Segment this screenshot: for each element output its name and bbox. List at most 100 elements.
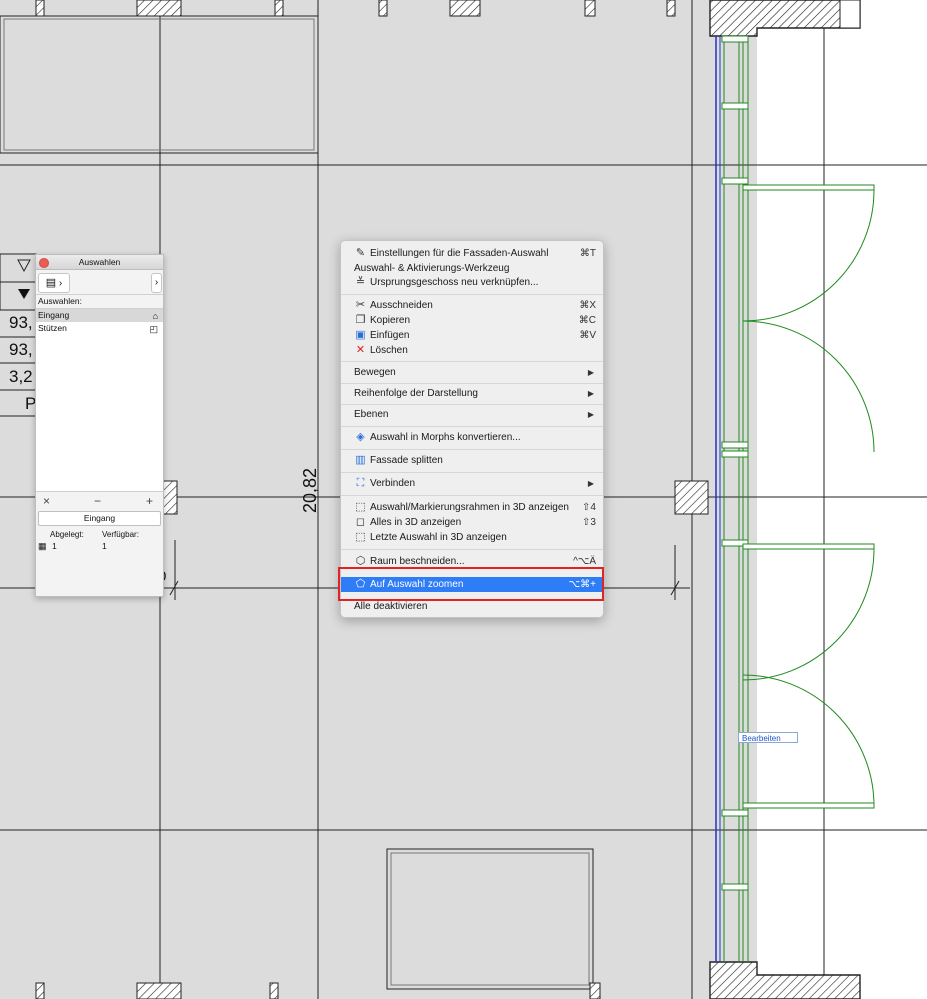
database-icon: ▤ xyxy=(45,277,57,289)
menu-item-shortcut: ⇧3 xyxy=(582,517,596,528)
edit-tag[interactable]: Bearbeiten xyxy=(738,732,798,743)
highlight-callout xyxy=(338,567,604,601)
copy-icon: ❐ xyxy=(355,314,366,326)
morph-icon: ◈ xyxy=(356,431,365,443)
delete-icon: ✕ xyxy=(355,344,366,356)
menu-item-show-3d-selection[interactable]: ⬚ Auswahl/Markierungsrahmen in 3D anzeig… xyxy=(341,500,603,515)
palette-buttons: × − + xyxy=(36,492,163,511)
menu-item-shortcut: ⌘X xyxy=(579,300,596,311)
close-icon[interactable] xyxy=(39,258,49,268)
next-button[interactable]: › xyxy=(151,273,162,293)
menu-item-selection-tool[interactable]: Auswahl- & Aktivierungs-Werkzeug xyxy=(341,261,603,276)
list-item-label: Eingang xyxy=(38,310,70,320)
col-stored: Abgelegt: xyxy=(50,530,84,539)
menu-item-fassade-settings[interactable]: ✎ Einstellungen für die Fassaden-Auswahl… xyxy=(341,246,603,261)
menu-item-label: Auswahl/Markierungsrahmen in 3D anzeigen xyxy=(370,502,569,513)
menu-item-show-3d-last[interactable]: ⬚ Letzte Auswahl in 3D anzeigen xyxy=(341,530,603,545)
selection-list: Eingang ⌂ Stützen ◰ xyxy=(36,308,163,492)
menu-item-label: Auswahl in Morphs konvertieren... xyxy=(370,432,521,443)
column-headers: Abgelegt: Verfügbar: xyxy=(36,530,163,541)
selections-palette: Auswahlen ▤ › › Auswahlen: Eingang ⌂ Stü… xyxy=(35,254,164,597)
3d-last-icon: ⬚ xyxy=(355,531,366,543)
submenu-arrow-icon: ▶ xyxy=(587,368,594,377)
menu-separator xyxy=(341,404,603,405)
menu-item-deactivate-all[interactable]: Alle deaktivieren xyxy=(341,599,603,614)
palette-titlebar[interactable]: Auswahlen xyxy=(36,255,163,270)
menu-item-label: Alle deaktivieren xyxy=(354,601,428,612)
menu-item-label: Kopieren xyxy=(370,315,411,326)
menu-item-paste[interactable]: ▣ Einfügen ⌘V xyxy=(341,328,603,343)
add-button[interactable]: + xyxy=(146,494,153,508)
split-icon: ▥ xyxy=(355,454,366,466)
menu-item-layers[interactable]: Ebenen ▶ xyxy=(341,407,603,422)
minus-button[interactable]: − xyxy=(94,494,101,508)
menu-item-label: Ursprungsgeschoss neu verknüpfen... xyxy=(370,277,539,288)
store-selection-button[interactable]: ▤ › xyxy=(38,273,70,293)
menu-separator xyxy=(341,294,603,295)
menu-item-label: Reihenfolge der Darstellung xyxy=(354,388,478,399)
col-available: Verfügbar: xyxy=(102,530,139,539)
list-item-label: Stützen xyxy=(38,323,67,333)
left-value-3: 3,2 xyxy=(9,367,33,386)
menu-item-label: Ausschneiden xyxy=(370,300,433,311)
menu-item-label: Verbinden xyxy=(370,478,416,489)
submenu-arrow-icon: ▶ xyxy=(587,389,594,398)
menu-item-label: Auswahl- & Aktivierungs-Werkzeug xyxy=(354,263,510,274)
palette-toolbar: ▤ › › xyxy=(36,270,163,295)
menu-item-label: Löschen xyxy=(370,345,408,356)
menu-item-shortcut: ⌘T xyxy=(579,248,596,259)
menu-item-connect[interactable]: ⛶ Verbinden ▶ xyxy=(341,476,603,491)
menu-item-label: Letzte Auswahl in 3D anzeigen xyxy=(370,532,507,543)
menu-item-cut[interactable]: ✂ Ausschneiden ⌘X xyxy=(341,298,603,313)
menu-item-show-3d-all[interactable]: ◻ Alles in 3D anzeigen ⇧3 xyxy=(341,515,603,530)
palette-title: Auswahlen xyxy=(78,257,121,267)
list-item[interactable]: Eingang ⌂ xyxy=(36,309,163,322)
3d-selection-icon: ⬚ xyxy=(355,501,366,513)
menu-separator xyxy=(341,426,603,427)
menu-item-display-order[interactable]: Reihenfolge der Darstellung ▶ xyxy=(341,386,603,401)
menu-item-label: Alles in 3D anzeigen xyxy=(370,517,462,528)
menu-item-delete[interactable]: ✕ Löschen xyxy=(341,343,603,358)
menu-item-label: Fassade splitten xyxy=(370,455,443,466)
nav-arrow: › xyxy=(58,278,63,289)
menu-item-label: Bewegen xyxy=(354,367,396,378)
submenu-arrow-icon: ▶ xyxy=(587,410,594,419)
menu-item-convert-morph[interactable]: ◈ Auswahl in Morphs konvertieren... xyxy=(341,430,603,445)
menu-item-label: Einstellungen für die Fassaden-Auswahl xyxy=(370,248,549,259)
list-header: Auswahlen: xyxy=(38,296,82,306)
selection-name-button[interactable]: Eingang xyxy=(38,511,161,526)
left-value-1: 93, xyxy=(9,313,33,332)
stored-value: 1 xyxy=(52,541,57,551)
menu-item-label: Ebenen xyxy=(354,409,389,420)
menu-item-shortcut: ⇧4 xyxy=(582,502,596,513)
menu-item-relink-story[interactable]: ≚ Ursprungsgeschoss neu verknüpfen... xyxy=(341,275,603,290)
menu-separator xyxy=(341,383,603,384)
plan-icon: ◰ xyxy=(149,324,158,334)
submenu-arrow-icon: ▶ xyxy=(587,479,594,488)
available-value: 1 xyxy=(102,541,107,551)
list-item[interactable]: Stützen ◰ xyxy=(36,322,163,335)
menu-separator xyxy=(341,495,603,496)
3d-all-icon: ◻ xyxy=(355,516,366,528)
dimension-label: 20,82 xyxy=(300,467,320,513)
menu-item-copy[interactable]: ❐ Kopieren ⌘C xyxy=(341,313,603,328)
scissors-icon: ✂ xyxy=(355,299,366,311)
menu-item-shortcut: ⌘V xyxy=(579,330,596,341)
menu-separator xyxy=(341,549,603,550)
menu-item-label: Einfügen xyxy=(370,330,410,341)
menu-item-move[interactable]: Bewegen ▶ xyxy=(341,365,603,380)
remove-button[interactable]: × xyxy=(43,494,50,508)
settings-icon: ✎ xyxy=(355,247,366,259)
left-value-2: 93, xyxy=(9,340,33,359)
paste-icon: ▣ xyxy=(355,329,366,341)
menu-separator xyxy=(341,472,603,473)
menu-item-split-facade[interactable]: ▥ Fassade splitten xyxy=(341,453,603,468)
menu-separator xyxy=(341,449,603,450)
grid-icon: ▦ xyxy=(38,541,47,551)
counts-row: ▦ 1 1 xyxy=(36,541,163,554)
connect-icon: ⛶ xyxy=(356,477,365,489)
menu-item-shortcut: ⌘C xyxy=(578,315,596,326)
story-icon: ≚ xyxy=(355,276,366,288)
context-menu: ✎ Einstellungen für die Fassaden-Auswahl… xyxy=(340,240,604,618)
menu-separator xyxy=(341,361,603,362)
